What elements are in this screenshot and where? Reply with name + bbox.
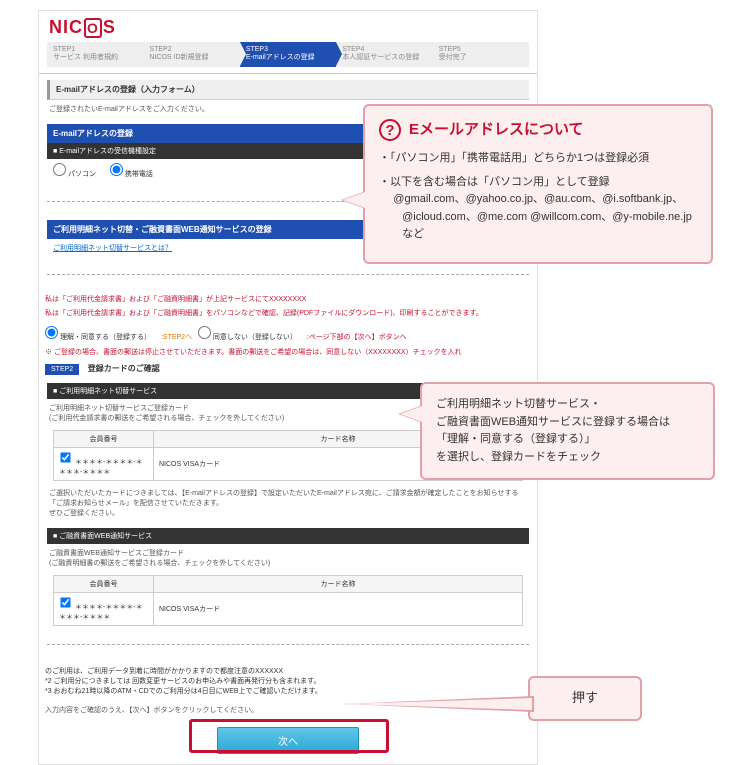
card1-note: ご選択いただいたカードにつきましては、【E-mailアドレスの登録】で設定いただ… [47, 484, 529, 522]
loan-web-sub: ご融資書面WEB通知サービス [47, 528, 529, 544]
step-4: STEP4本人認証サービスの登録 [336, 42, 432, 67]
callout1-bullet1: 「パソコン用」「携帯電話用」どちらか1つは登録必須 [390, 152, 649, 164]
form-title: E-mailアドレスの登録（入力フォーム） [47, 80, 529, 100]
question-icon: ? [379, 119, 401, 141]
radio-agree-no[interactable]: 同意しない（登録しない） [198, 334, 297, 341]
table-row: ＊＊＊＊-＊＊＊＊-＊＊＊＊-＊＊＊＊ NICOS VISAカード [54, 593, 523, 626]
callout1-domains: @gmail.com、@yahoo.co.jp、@au.com、@i.softb… [388, 191, 697, 244]
brand-logo: NICOS [39, 11, 537, 42]
callout1-title: Eメールアドレスについて [409, 118, 584, 142]
th-card: カード名称 [154, 576, 523, 593]
divider [47, 274, 529, 275]
whatis-link[interactable]: ご利用明細ネット切替サービスとは？ [53, 245, 172, 252]
callout-email-info: ? Eメールアドレスについて 「パソコン用」「携帯電話用」どちらか1つは登録必須… [363, 104, 713, 264]
step2-badge: STEP2 [45, 364, 79, 375]
step-2: STEP2NICOS ID新規登録 [143, 42, 239, 67]
card2-lead: ご融資書面WEB通知サービスご登録カード (ご融資明細書の郵送をご希望される場合… [47, 544, 529, 572]
radio-agree-yes[interactable]: 理解・同意する（登録する） [45, 334, 151, 341]
red-disclosure-2: 私は「ご利用代金請求書」および「ご融資明細書」をパソコンなどで確認、記録(PDF… [39, 307, 537, 322]
card2-member: ＊＊＊＊-＊＊＊＊-＊＊＊＊-＊＊＊＊ [59, 604, 143, 621]
step-indicator: STEP1サービス 利用者規約 STEP2NICOS ID新規登録 STEP3E… [39, 42, 537, 74]
red-disclosure-1: 私は「ご利用代金請求書」および「ご融資明細書」が上記サービスにてXXXXXXXX [39, 293, 537, 308]
footnote-0: のご利用は、ご利用データ到着に時間がかかりますので都度注意のXXXXXX [45, 667, 531, 677]
card2-checkbox[interactable]: ＊＊＊＊-＊＊＊＊-＊＊＊＊-＊＊＊＊ [59, 604, 143, 621]
callout3-text: 押す [572, 690, 598, 705]
divider [47, 644, 529, 645]
agree-yes-label: 理解・同意する（登録する） [60, 334, 151, 341]
card1-member: ＊＊＊＊-＊＊＊＊-＊＊＊＊-＊＊＊＊ [59, 459, 143, 476]
th-member: 会員番号 [54, 576, 154, 593]
radio-pc-label: パソコン [68, 171, 96, 178]
step-3: STEP3E-mailアドレスの登録 [240, 42, 336, 67]
agree-no-hint: :ページ下部の【次へ】ボタンへ [307, 334, 407, 341]
agree-no-label: 同意しない（登録しない） [213, 334, 297, 341]
agree-yes-hint: :STEP2へ [161, 334, 192, 341]
agree-note: ※ ご登録の場合、書面の郵送は停止させていただきます。書面の郵送をご希望の場合は… [39, 346, 537, 361]
callout3-arrow [344, 698, 532, 710]
step-5: STEP5受付完了 [433, 42, 529, 67]
radio-pc[interactable]: パソコン [53, 171, 96, 178]
callout-service-register: ご利用明細ネット切替サービス・ ご融資書面WEB通知サービスに登録する場合は 「… [420, 382, 715, 480]
step2-title: 登録カードのご確認 [88, 363, 160, 374]
callout2-text: ご利用明細ネット切替サービス・ ご融資書面WEB通知サービスに登録する場合は 「… [436, 396, 699, 466]
callout-press: 押す [528, 676, 642, 721]
footnote-1: *2 ご利用分につきましては 回数変更サービスのお申込みや書面再発行分も含まれま… [45, 677, 531, 687]
th-member: 会員番号 [54, 431, 154, 448]
radio-mobile-label: 携帯電話 [125, 171, 153, 178]
card2-name: NICOS VISAカード [154, 593, 523, 626]
card1-checkbox[interactable]: ＊＊＊＊-＊＊＊＊-＊＊＊＊-＊＊＊＊ [59, 459, 143, 476]
radio-mobile[interactable]: 携帯電話 [110, 171, 153, 178]
callout1-bullet2: 以下を含む場合は「パソコン用」として登録 [390, 176, 610, 188]
step-1: STEP1サービス 利用者規約 [47, 42, 143, 67]
card-table-2: 会員番号カード名称 ＊＊＊＊-＊＊＊＊-＊＊＊＊-＊＊＊＊ NICOS VISA… [53, 575, 523, 626]
